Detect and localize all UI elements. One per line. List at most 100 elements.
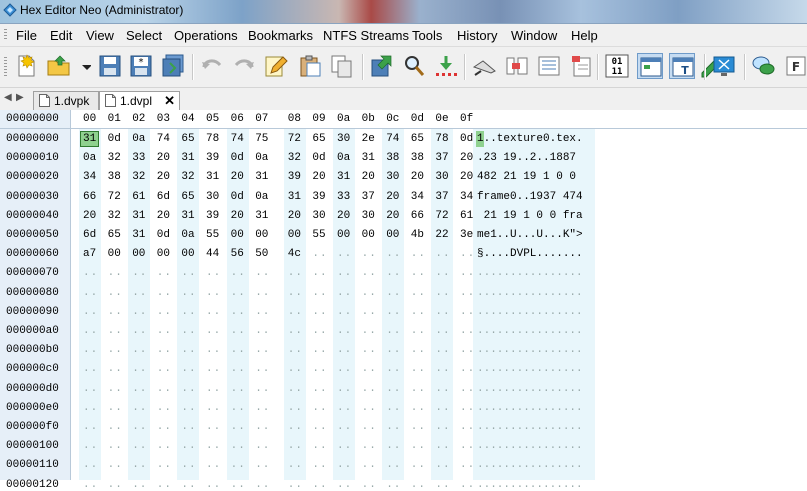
hex-byte[interactable]: .. [288,363,303,375]
hex-byte[interactable]: 00 [255,229,268,241]
menu-bookmarks[interactable]: Bookmarks [248,28,313,43]
text-row[interactable]: ................ [477,363,583,375]
hex-byte[interactable]: .. [362,479,377,491]
tab-scroll-left-icon[interactable]: ◀ [4,92,12,103]
hex-byte[interactable]: .. [337,325,352,337]
hex-byte[interactable]: 20 [460,171,473,183]
hex-byte[interactable]: .. [108,440,123,452]
hex-byte[interactable]: .. [83,479,98,491]
hex-byte[interactable]: 32 [108,152,121,164]
hex-byte[interactable]: .. [181,344,196,356]
save-all-button[interactable] [160,53,186,79]
hex-byte[interactable]: .. [312,479,327,491]
hex-byte[interactable]: .. [132,363,147,375]
hex-byte[interactable]: 00 [288,229,301,241]
hex-byte[interactable]: .. [386,344,401,356]
goto-button[interactable] [433,53,459,79]
hex-byte[interactable]: 00 [231,229,244,241]
hex-byte[interactable]: .. [460,344,475,356]
hex-byte[interactable]: .. [288,287,303,299]
hex-byte[interactable]: .. [288,267,303,279]
hex-byte[interactable]: 78 [435,133,448,145]
hex-byte[interactable]: 20 [337,210,350,222]
hex-byte[interactable]: .. [206,421,221,433]
toolbar-grip[interactable] [4,57,7,77]
hex-byte[interactable]: .. [288,325,303,337]
hex-byte[interactable]: .. [362,440,377,452]
hex-byte[interactable]: .. [108,421,123,433]
hex-byte[interactable]: .. [435,383,450,395]
hex-byte[interactable]: .. [312,421,327,433]
hex-byte[interactable]: .. [386,306,401,318]
hex-byte[interactable]: 20 [288,210,301,222]
hex-byte[interactable]: .. [411,421,426,433]
hex-byte[interactable]: .. [157,383,172,395]
hex-byte[interactable]: .. [255,402,270,414]
export-button[interactable] [369,53,395,79]
hex-byte[interactable]: 65 [108,229,121,241]
hex-byte[interactable]: .. [362,267,377,279]
text-row[interactable]: ................ [477,267,583,279]
hex-byte[interactable]: 0d [460,133,473,145]
hex-byte[interactable]: .. [255,325,270,337]
hex-byte[interactable]: .. [157,325,172,337]
more-button[interactable]: F [783,53,807,79]
hex-byte[interactable]: 72 [288,133,301,145]
hex-byte[interactable]: 3e [460,229,473,241]
hex-byte[interactable]: 31 [83,133,96,145]
hex-byte[interactable]: 32 [181,171,194,183]
hex-byte[interactable]: .. [386,363,401,375]
hex-byte[interactable]: 50 [255,248,268,260]
text-row[interactable]: §....DVPL....... [477,248,583,260]
save-button[interactable] [97,53,123,79]
hex-byte[interactable]: .. [362,459,377,471]
hex-byte[interactable]: 78 [206,133,219,145]
hex-byte[interactable]: .. [362,363,377,375]
hex-byte[interactable]: 38 [108,171,121,183]
hex-byte[interactable]: .. [337,402,352,414]
screen-button[interactable] [711,53,737,79]
hex-byte[interactable]: 00 [157,248,170,260]
hex-byte[interactable]: .. [255,267,270,279]
hex-byte[interactable]: .. [386,440,401,452]
hex-byte[interactable]: .. [83,440,98,452]
hex-byte[interactable]: .. [255,287,270,299]
hex-byte[interactable]: .. [386,325,401,337]
title-bar[interactable]: Hex Editor Neo (Administrator) [0,0,807,24]
hex-byte[interactable]: 34 [411,191,424,203]
hex-byte[interactable]: .. [460,479,475,491]
hex-byte[interactable]: .. [255,440,270,452]
hex-byte[interactable]: 72 [108,191,121,203]
text-row[interactable]: 482 21 19 1 0 0 [477,171,583,183]
hex-editor-area[interactable]: 00000000 00 01 02 03 04 05 06 07 08 09 0a 0b 0c 0d 0e 0… [0,110,807,491]
hex-byte[interactable]: .. [312,363,327,375]
hex-view-button[interactable]: 01 11 [604,53,630,79]
hex-byte[interactable]: .. [312,287,327,299]
hex-byte[interactable]: 31 [132,229,145,241]
hex-byte[interactable]: .. [231,479,246,491]
hex-byte[interactable]: 32 [132,171,145,183]
hex-byte[interactable]: 37 [435,191,448,203]
hex-byte[interactable]: .. [255,459,270,471]
hex-byte[interactable]: .. [312,344,327,356]
hex-byte[interactable]: 38 [386,152,399,164]
hex-byte[interactable]: .. [435,440,450,452]
hex-byte[interactable]: 4b [411,229,424,241]
hex-byte[interactable]: .. [337,479,352,491]
hex-byte[interactable]: .. [181,363,196,375]
hex-byte[interactable]: 33 [337,191,350,203]
hex-byte[interactable]: .. [231,344,246,356]
hex-byte[interactable]: 31 [181,152,194,164]
hex-byte[interactable]: .. [132,306,147,318]
hex-byte[interactable]: .. [157,440,172,452]
hex-byte[interactable]: .. [132,479,147,491]
hex-byte[interactable]: .. [108,325,123,337]
hex-byte[interactable]: 56 [231,248,244,260]
hex-byte[interactable]: .. [206,402,221,414]
hex-byte[interactable]: .. [83,344,98,356]
hex-byte[interactable]: .. [255,306,270,318]
hex-byte[interactable]: .. [206,440,221,452]
hex-byte[interactable]: .. [362,402,377,414]
hex-byte[interactable]: .. [157,421,172,433]
hex-byte[interactable]: 6d [157,191,170,203]
